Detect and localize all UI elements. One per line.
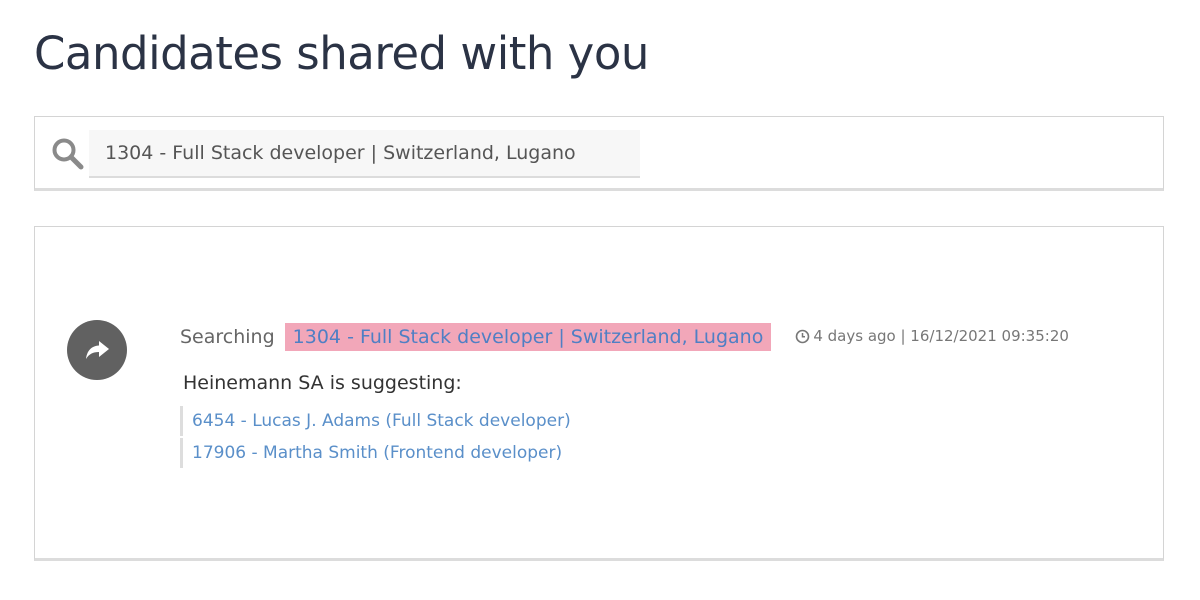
candidate-list: 6454 - Lucas J. Adams (Full Stack develo… [180,406,571,470]
timestamp: 4 days ago | 16/12/2021 09:35:20 [795,327,1069,345]
list-item: 17906 - Martha Smith (Frontend developer… [180,438,571,468]
search-panel [34,116,1164,191]
page-title: Candidates shared with you [34,27,649,80]
search-icon [51,137,85,171]
position-link[interactable]: 1304 - Full Stack developer | Switzerlan… [284,323,772,351]
candidate-link-17906[interactable]: 17906 - Martha Smith (Frontend developer… [192,443,562,463]
results-panel: Searching 1304 - Full Stack developer | … [34,226,1164,561]
list-item: 6454 - Lucas J. Adams (Full Stack develo… [180,406,571,436]
search-input[interactable] [89,130,640,178]
clock-icon [795,329,810,344]
suggesting-text: Heinemann SA is suggesting: [183,372,462,394]
candidate-link-6454[interactable]: 6454 - Lucas J. Adams (Full Stack develo… [192,411,571,431]
searching-label: Searching [180,326,275,348]
timestamp-text: 4 days ago | 16/12/2021 09:35:20 [813,327,1069,345]
feed-item-header: Searching 1304 - Full Stack developer | … [180,322,1069,352]
share-arrow-icon [67,320,127,380]
